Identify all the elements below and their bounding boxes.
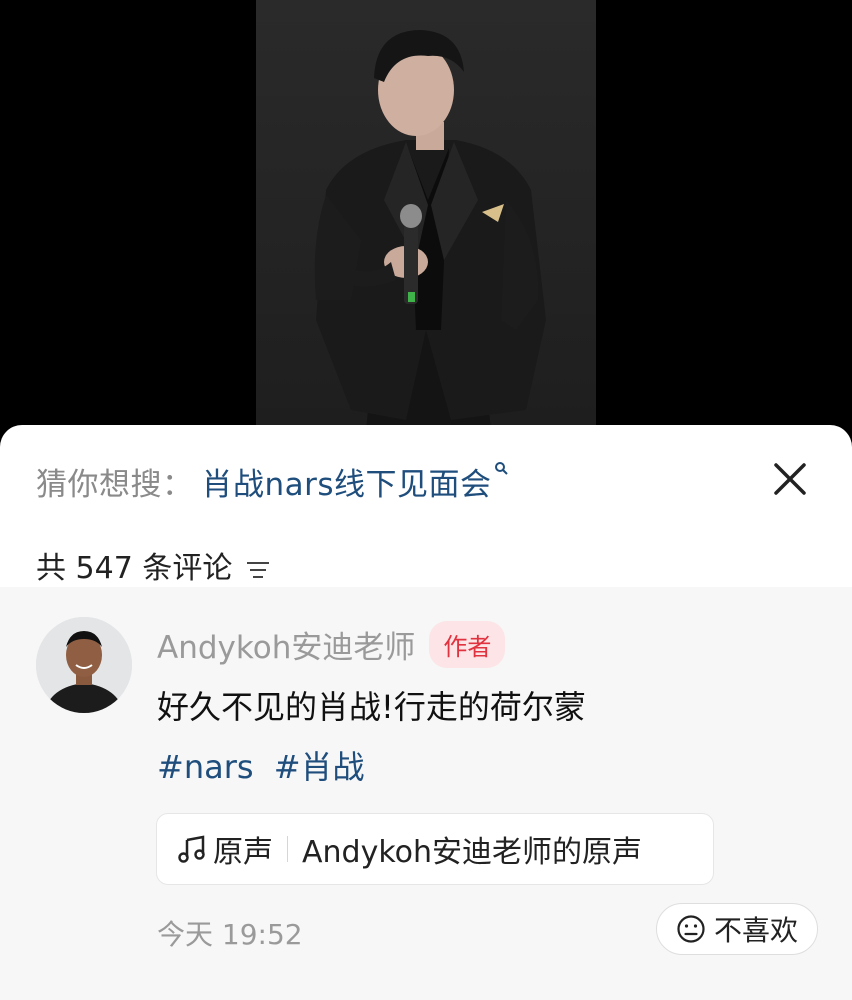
comments-count: 共 547 条评论 <box>36 551 233 586</box>
avatar[interactable] <box>36 617 132 713</box>
sound-name: Andykoh安迪老师的原声 <box>302 835 643 870</box>
dislike-label: 不喜欢 <box>713 914 798 947</box>
suggestion-prefix: 猜你想搜： <box>36 466 194 503</box>
video-player[interactable] <box>0 0 852 440</box>
comment-item: Andykoh安迪老师 作者 好久不见的肖战!行走的荷尔蒙 #nars #肖战 … <box>0 587 852 1000</box>
hashtag-link[interactable]: #nars <box>157 748 254 786</box>
hashtag-link[interactable]: #肖战 <box>274 748 365 786</box>
author-row: Andykoh安迪老师 作者 <box>157 621 506 668</box>
dislike-button[interactable]: 不喜欢 <box>656 903 818 955</box>
close-icon[interactable] <box>770 459 810 499</box>
search-icon <box>494 460 508 479</box>
author-name[interactable]: Andykoh安迪老师 <box>157 622 415 667</box>
comments-sheet: 猜你想搜： 肖战nars线下见面会 共 547 条评论 Andykoh安迪老师 … <box>0 425 852 1000</box>
suggestion-term[interactable]: 肖战nars线下见面会 <box>202 459 492 504</box>
hashtags: #nars #肖战 <box>157 742 375 788</box>
comment-text: 好久不见的肖战!行走的荷尔蒙 <box>157 688 586 726</box>
comment-time: 今天 19:52 <box>157 918 303 951</box>
divider <box>287 836 288 862</box>
search-suggestion[interactable]: 猜你想搜： 肖战nars线下见面会 <box>36 459 508 503</box>
original-sound-card[interactable]: 原声 Andykoh安迪老师的原声 <box>156 813 714 885</box>
author-badge: 作者 <box>429 621 506 668</box>
sort-icon[interactable] <box>244 554 272 578</box>
person-figure-illustration <box>314 30 546 430</box>
sound-label: 原声 <box>213 835 273 870</box>
comments-count-row: 共 547 条评论 <box>36 543 272 587</box>
music-note-icon <box>177 834 207 864</box>
video-frame <box>256 0 596 430</box>
frown-face-icon <box>676 914 706 944</box>
